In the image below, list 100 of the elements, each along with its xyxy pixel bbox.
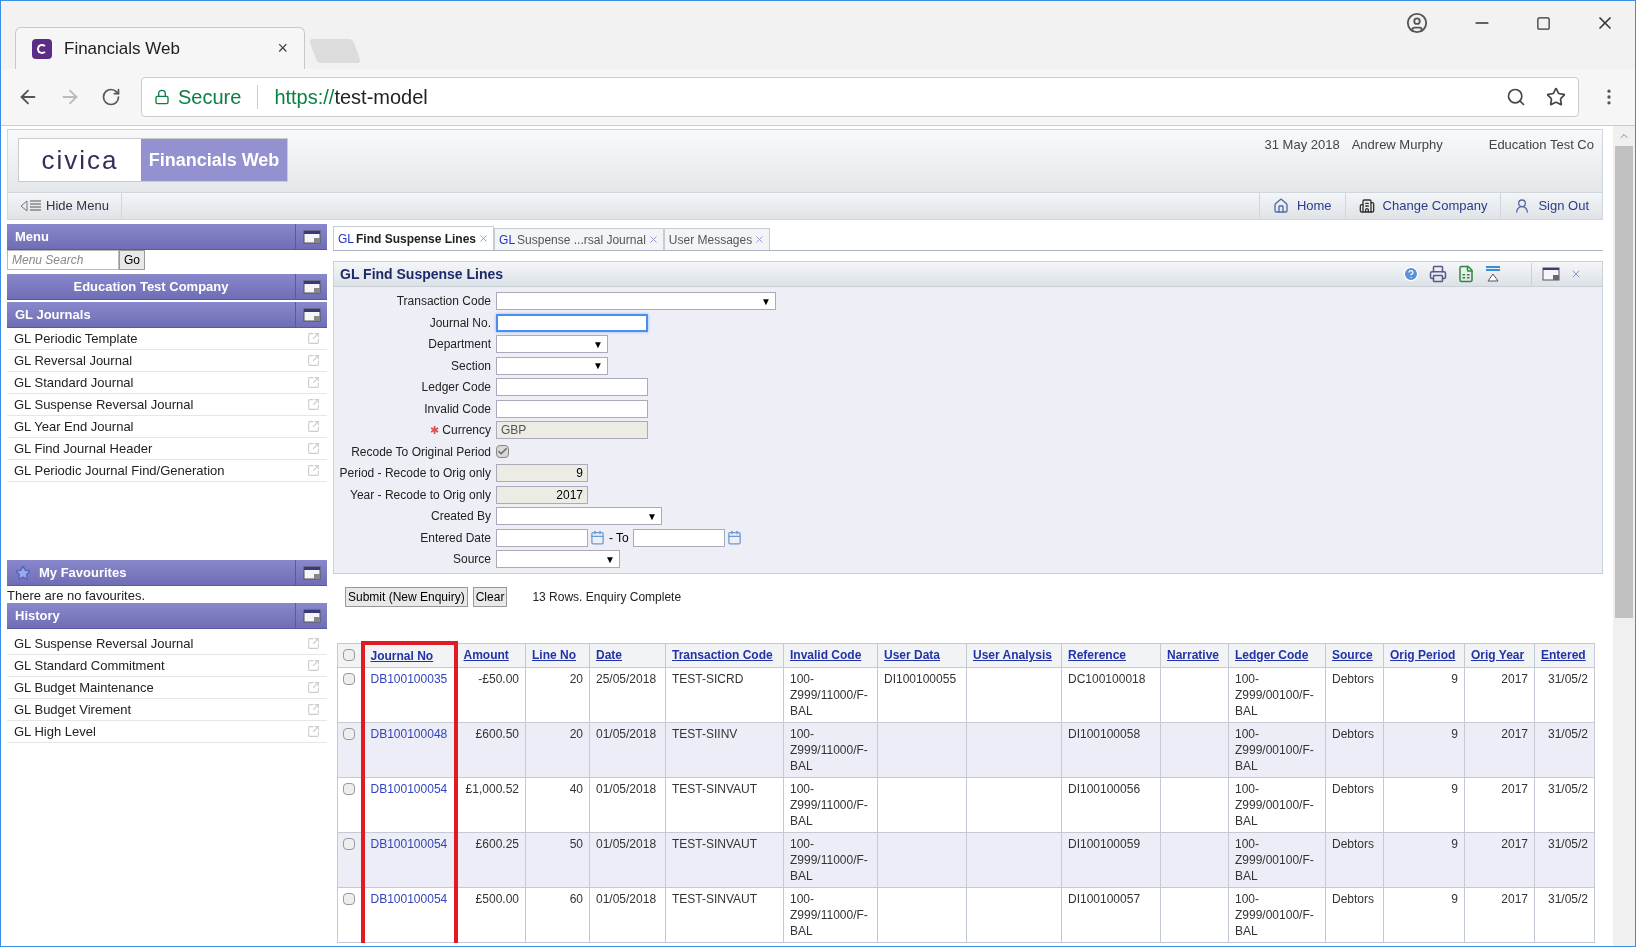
menu-item[interactable]: GL Budget Maintenance [7,677,327,699]
window-icon[interactable] [302,307,321,322]
column-header[interactable]: Entered [1534,643,1595,667]
external-link-icon[interactable] [307,332,320,345]
column-header[interactable]: Reference [1061,643,1161,667]
column-header[interactable]: Invalid Code [783,643,878,667]
nav-link[interactable]: Change Company [1344,193,1501,219]
dropdown-field[interactable]: ▼ [496,550,620,568]
column-header[interactable]: Ledger Code [1228,643,1326,667]
date-field[interactable] [496,528,588,547]
menu-item[interactable]: GL Suspense Reversal Journal [7,633,327,655]
column-header[interactable]: Transaction Code [665,643,784,667]
window-icon[interactable] [302,608,321,623]
menu-item[interactable]: GL Standard Commitment [7,655,327,677]
select-all-checkbox[interactable] [343,649,356,661]
external-link-icon[interactable] [307,420,320,433]
input-field[interactable]: 9 [496,464,588,482]
search-icon[interactable] [1506,87,1526,107]
menu-item[interactable]: GL Budget Virement [7,699,327,721]
window-icon[interactable] [1542,267,1560,281]
row-checkbox[interactable] [343,837,356,850]
row-checkbox[interactable] [343,672,356,685]
close-tab-icon[interactable] [647,234,659,245]
column-header[interactable]: Orig Year [1464,643,1535,667]
external-link-icon[interactable] [307,464,320,477]
reload-icon[interactable] [101,87,121,107]
scrollbar[interactable] [1613,126,1635,946]
menu-item[interactable]: GL Periodic Journal Find/Generation [7,460,327,482]
menu-search-field[interactable]: Menu Search [7,250,119,270]
external-link-icon[interactable] [307,703,320,716]
help-icon[interactable] [1403,266,1419,282]
page-tab[interactable]: User Messages [663,228,771,250]
window-icon[interactable] [302,565,321,580]
page-tab[interactable]: GL Suspense ...rsal Journal [494,228,664,250]
company-name: Education Test Co [1488,136,1594,154]
menu-item[interactable]: GL Standard Journal [7,372,327,394]
column-header[interactable]: Date [589,643,666,667]
go-button[interactable]: Go [119,250,145,270]
table-cell: 9 [1383,887,1465,942]
page-tab[interactable]: GL Find Suspense Lines [333,226,495,250]
collapse-icon[interactable] [1485,265,1501,283]
external-link-icon[interactable] [307,681,320,694]
star-icon[interactable] [1546,87,1566,107]
input-field[interactable]: GBP [496,421,648,439]
profile-icon[interactable] [1406,12,1428,34]
clear-button[interactable]: Clear [472,587,508,607]
close-tab-icon[interactable] [754,234,766,245]
column-header[interactable]: Orig Period [1383,643,1465,667]
external-link-icon[interactable] [307,398,320,411]
column-header[interactable]: Line No [525,643,590,667]
nav-link[interactable]: Sign Out [1500,193,1602,219]
menu-item[interactable]: GL Suspense Reversal Journal [7,394,327,416]
dropdown-field[interactable]: ▼ [496,335,608,353]
column-header[interactable]: Amount [455,643,526,667]
nav-link[interactable]: Home [1258,193,1345,219]
date-field[interactable] [632,528,725,547]
address-bar[interactable]: Secure https://test-model [141,77,1579,117]
external-link-icon[interactable] [307,637,320,650]
input-field[interactable] [496,313,648,332]
print-icon[interactable] [1429,265,1447,283]
row-checkbox[interactable] [343,892,356,905]
input-field[interactable] [496,399,648,418]
browser-tab[interactable]: Financials Web × [15,27,305,69]
column-header[interactable]: Narrative [1160,643,1229,667]
row-checkbox[interactable] [343,727,356,740]
table-cell: £600.25 [455,832,526,887]
external-link-icon[interactable] [307,659,320,672]
dropdown-field[interactable]: ▼ [496,356,608,375]
checkbox[interactable] [496,445,509,458]
calendar-icon[interactable] [726,530,742,545]
menu-item[interactable]: GL Find Journal Header [7,438,327,460]
table-cell: 31/05/2 [1534,722,1595,777]
input-field[interactable]: 2017 [496,485,588,504]
menu-item[interactable]: GL High Level [7,721,327,743]
column-header[interactable]: User Data [877,643,967,667]
tab-close-button[interactable]: × [277,35,288,62]
window-icon[interactable] [302,229,321,244]
menu-item[interactable]: GL Year End Journal [7,416,327,438]
menu-item[interactable]: GL Reversal Journal [7,350,327,372]
spreadsheet-icon[interactable] [1457,265,1475,283]
external-link-icon[interactable] [307,725,320,738]
submit-button[interactable]: Submit (New Enquiry) [345,587,468,607]
external-link-icon[interactable] [307,354,320,367]
hide-menu-button[interactable]: Hide Menu [8,193,122,219]
maximize-icon[interactable] [1536,15,1551,31]
column-header[interactable]: Source [1325,643,1384,667]
close-tab-icon[interactable] [478,233,490,244]
menu-item[interactable]: GL Periodic Template [7,328,327,350]
column-header[interactable]: User Analysis [966,643,1062,667]
input-field[interactable] [496,378,648,396]
table-cell: 01/05/2018 [589,832,666,887]
journal-link[interactable]: DB100100054 [362,887,456,942]
calendar-icon[interactable] [590,530,605,545]
dropdown-field[interactable]: ▼ [496,507,662,525]
row-checkbox[interactable] [343,782,356,795]
external-link-icon[interactable] [307,376,320,389]
scroll-thumb[interactable] [1615,146,1633,618]
dropdown-field[interactable]: ▼ [496,292,776,310]
external-link-icon[interactable] [307,442,320,455]
window-icon[interactable] [302,279,321,294]
